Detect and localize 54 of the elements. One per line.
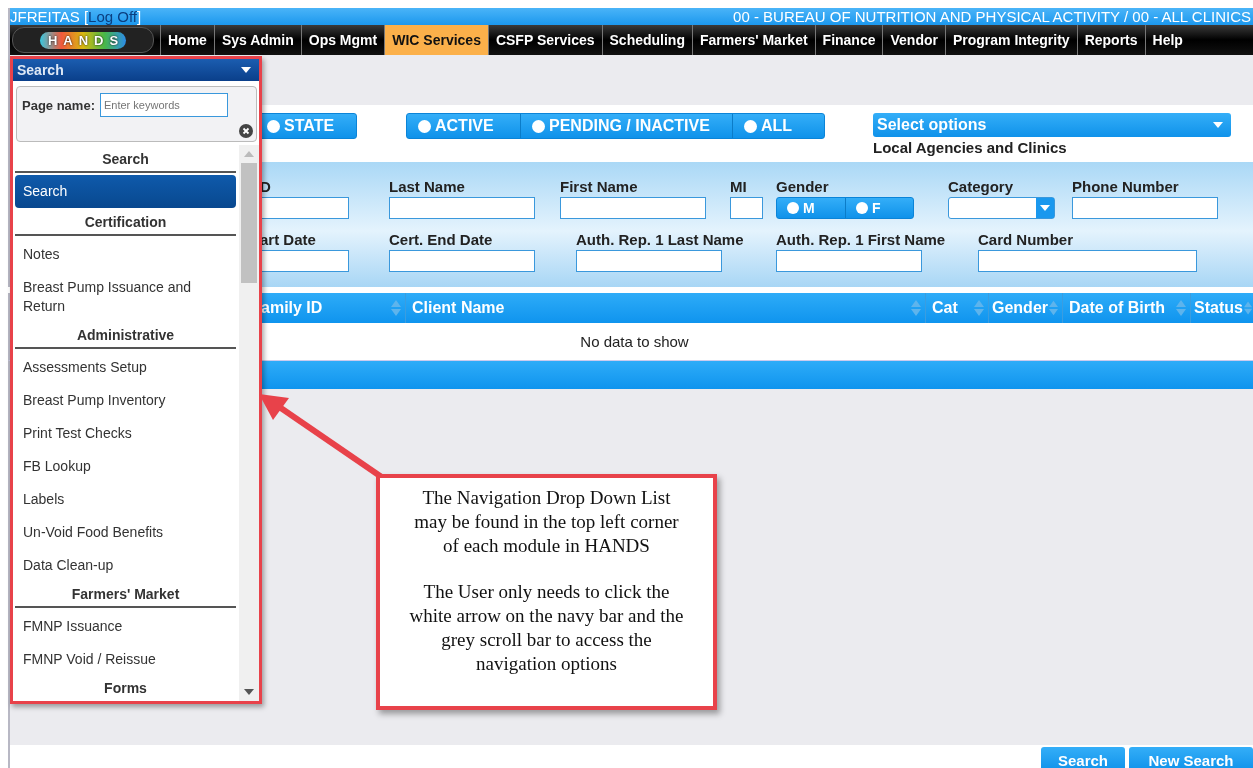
field-label: Category: [948, 177, 1015, 197]
menu-item[interactable]: Data Clean-up: [15, 549, 236, 582]
menu-item[interactable]: Breast Pump Issuance and Return: [15, 271, 236, 323]
field-label: Page name:: [22, 97, 95, 113]
keyword-field[interactable]: Enter keywords: [100, 93, 228, 117]
menu-item[interactable]: Assessments Setup: [15, 351, 236, 384]
field-label: Auth. Rep. 1 Last Name: [576, 230, 745, 250]
group-heading: Forms: [103, 679, 148, 698]
field-label: MI: [730, 177, 748, 197]
menu-item[interactable]: Notes: [15, 238, 236, 271]
input-field[interactable]: [1072, 196, 1218, 219]
scroll-up-icon[interactable]: [244, 151, 254, 157]
input-field[interactable]: [978, 249, 1197, 272]
callout-text: The User only needs to click the white arrow on the navy bar and the grey scroll bar to access the navigation options: [408, 580, 685, 676]
field-label: First Name: [560, 177, 639, 197]
scrollbar[interactable]: [239, 145, 259, 701]
menu-item[interactable]: FB Lookup: [15, 450, 236, 483]
bracket: ]: [137, 8, 142, 25]
field-label: Card Number: [978, 230, 1075, 250]
dropdown-header[interactable]: Search: [13, 59, 259, 81]
menu-item[interactable]: Un-Void Food Benefits: [15, 516, 236, 549]
category-select[interactable]: [948, 196, 1055, 219]
input-field[interactable]: [730, 196, 763, 219]
field-label: Phone Number: [1072, 177, 1180, 197]
clear-icon[interactable]: [239, 124, 253, 138]
scroll-thumb[interactable]: [241, 163, 257, 283]
menu-item[interactable]: Search: [15, 175, 236, 208]
scroll-down-icon[interactable]: [244, 689, 254, 695]
user-name: JFREITAS [: [10, 8, 89, 25]
input-field[interactable]: [389, 196, 535, 219]
log-off-link[interactable]: Log Off: [88, 8, 137, 25]
input-field[interactable]: [576, 249, 722, 272]
menu-item[interactable]: Print Test Checks: [15, 417, 236, 450]
field-label: Gender: [776, 177, 830, 197]
input-field[interactable]: [389, 249, 535, 272]
field-label: Local Agencies and Clinics: [873, 139, 1068, 156]
group-heading: Certification: [15, 210, 236, 236]
group-heading: Administrative: [15, 323, 236, 349]
field-label: Auth. Rep. 1 First Name: [776, 230, 947, 250]
group-heading: Search: [15, 147, 236, 173]
agency-title: 00 - BUREAU OF NUTRITION AND PHYSICAL ACTIVITY / 00 - ALL CLINICS: [733, 8, 1252, 25]
menu-item[interactable]: FMNP Issuance: [15, 610, 236, 643]
menu-item[interactable]: Labels: [15, 483, 236, 516]
field-label: Cert. End Date: [389, 230, 494, 250]
group-heading: Farmers' Market: [15, 582, 236, 608]
callout-text: The Navigation Drop Down List may be found in the top left corner of each module in HANDS: [413, 486, 680, 558]
field-label: Last Name: [389, 177, 466, 197]
empty-message: No data to show: [580, 333, 689, 350]
menu-item[interactable]: FMNP Void / Reissue: [15, 643, 236, 676]
menu-item[interactable]: Breast Pump Inventory: [15, 384, 236, 417]
nav-tab[interactable]: WIC Services: [384, 25, 488, 55]
caret-icon[interactable]: [241, 67, 251, 73]
input-field[interactable]: [560, 196, 706, 219]
input-field[interactable]: [776, 249, 922, 272]
